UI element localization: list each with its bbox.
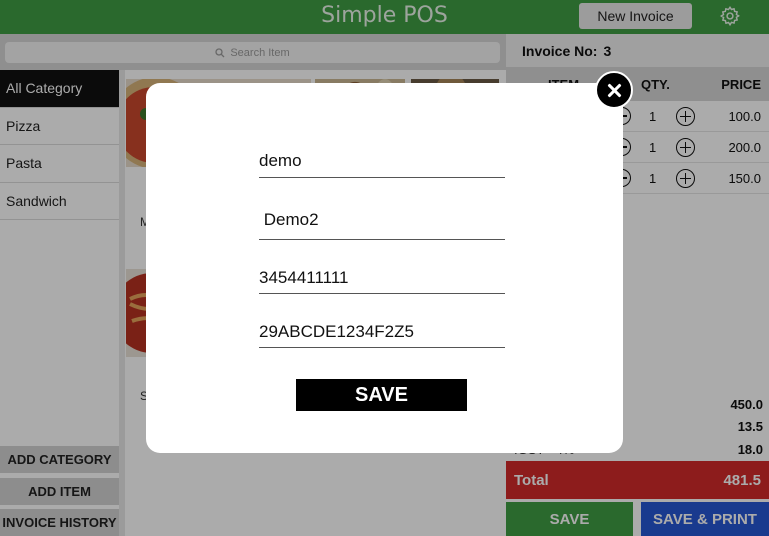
customer-name-field[interactable] — [259, 145, 505, 178]
customer-company-field[interactable] — [259, 201, 505, 240]
phone-field[interactable] — [259, 263, 505, 294]
modal-save-button[interactable]: SAVE — [296, 379, 467, 411]
gstin-field[interactable] — [259, 317, 505, 348]
customer-modal: SAVE — [146, 83, 623, 453]
close-icon[interactable] — [595, 71, 633, 109]
